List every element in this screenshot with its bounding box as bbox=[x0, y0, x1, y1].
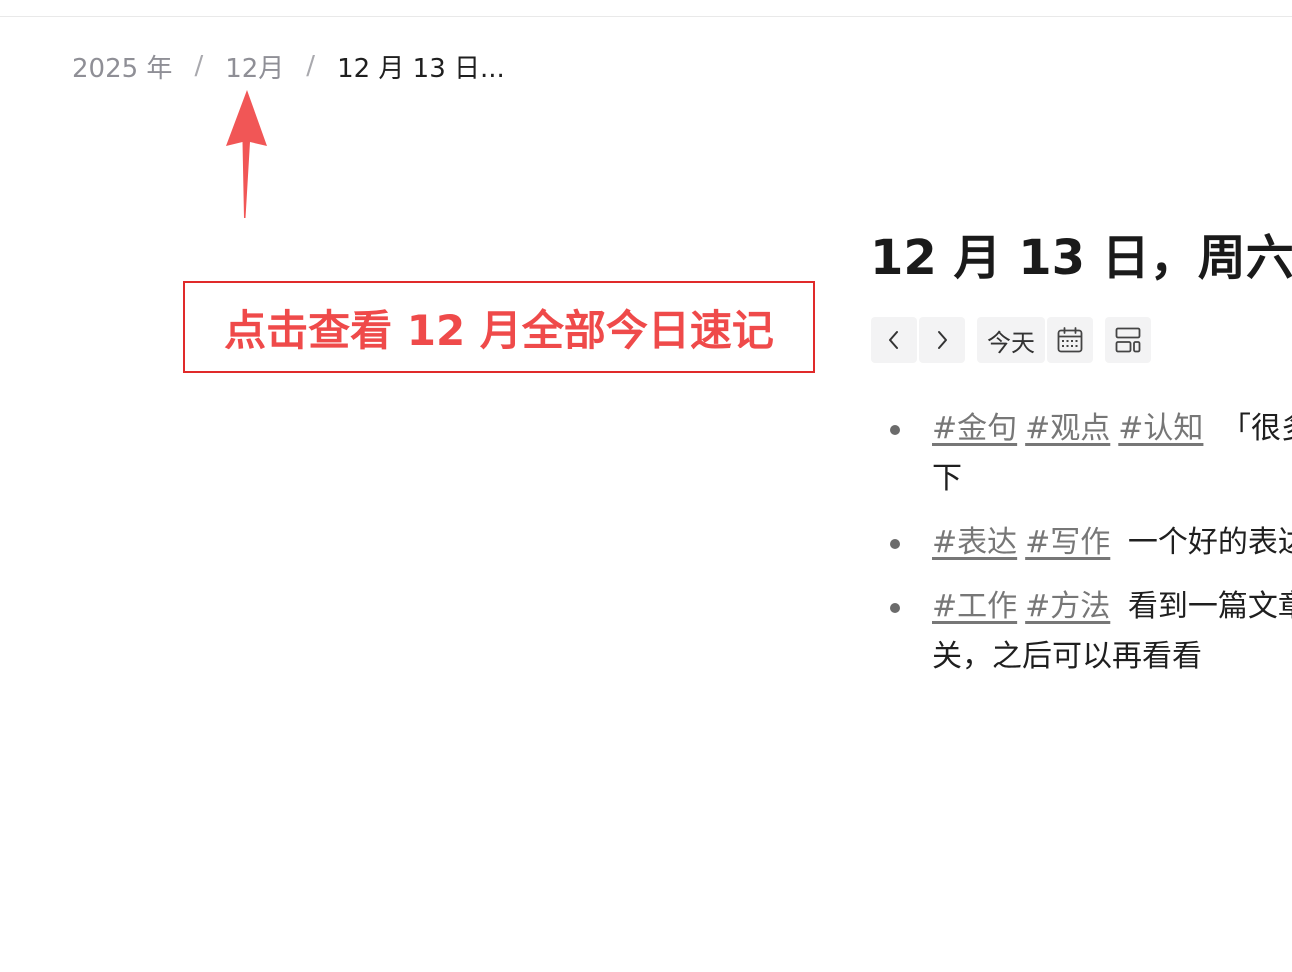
day-toolbar: 今天 bbox=[871, 316, 1151, 364]
tag-link[interactable]: #表达 bbox=[932, 525, 1017, 560]
note-text: 「很多人 bbox=[1220, 411, 1292, 446]
bullet-icon bbox=[890, 603, 900, 613]
calendar-icon bbox=[1057, 327, 1083, 353]
bullet-icon bbox=[890, 539, 900, 549]
breadcrumb-current-day: 12 月 13 日... bbox=[337, 53, 505, 84]
note-text-continued: 下 bbox=[932, 461, 962, 496]
list-item[interactable]: #金句#观点#认知 「很多人 下 bbox=[870, 404, 1292, 504]
tag-link[interactable]: #认知 bbox=[1118, 411, 1203, 446]
tag-link[interactable]: #方法 bbox=[1025, 589, 1110, 624]
list-item[interactable]: #表达 #写作 一个好的表达 bbox=[870, 518, 1292, 568]
annotation-callout: 点击查看 12 月全部今日速记 bbox=[183, 281, 815, 373]
breadcrumb: 2025 年 / 12月 / 12 月 13 日... bbox=[72, 48, 505, 84]
note-text: 一个好的表达 bbox=[1127, 525, 1292, 560]
journal-page: 2025 年 / 12月 / 12 月 13 日... 点击查看 12 月全部今… bbox=[0, 0, 1292, 972]
page-title: 12 月 13 日，周六 bbox=[870, 230, 1292, 286]
day-nav-group bbox=[871, 317, 965, 363]
layout-toggle-button[interactable] bbox=[1105, 317, 1151, 363]
today-group: 今天 bbox=[977, 317, 1093, 363]
tag-link[interactable]: #观点 bbox=[1025, 411, 1110, 446]
today-button[interactable]: 今天 bbox=[977, 317, 1045, 363]
list-item[interactable]: #工作 #方法 看到一篇文章 关，之后可以再看看 bbox=[870, 582, 1292, 682]
layout-icon bbox=[1115, 327, 1141, 353]
tag-link[interactable]: #工作 bbox=[932, 589, 1017, 624]
top-divider bbox=[0, 16, 1292, 17]
annotation-arrow-icon bbox=[226, 90, 267, 218]
note-text: 看到一篇文章 bbox=[1127, 589, 1292, 624]
calendar-button[interactable] bbox=[1047, 317, 1093, 363]
notes-list: #金句#观点#认知 「很多人 下 #表达#写作 一个好的表达 #工作#方法 看到… bbox=[870, 404, 1292, 696]
tag-link[interactable]: #金句 bbox=[932, 411, 1017, 446]
next-day-button[interactable] bbox=[919, 317, 965, 363]
note-text-continued: 关，之后可以再看看 bbox=[932, 639, 1202, 674]
bullet-icon bbox=[890, 425, 900, 435]
previous-day-button[interactable] bbox=[871, 317, 917, 363]
breadcrumb-year[interactable]: 2025 年 bbox=[72, 48, 172, 85]
breadcrumb-separator: / bbox=[194, 51, 204, 81]
annotation-callout-text: 点击查看 12 月全部今日速记 bbox=[224, 305, 774, 355]
chevron-right-icon bbox=[938, 331, 947, 349]
chevron-left-icon bbox=[889, 331, 898, 349]
breadcrumb-separator: / bbox=[306, 51, 316, 81]
tag-link[interactable]: #写作 bbox=[1025, 525, 1110, 560]
breadcrumb-month[interactable]: 12月 bbox=[225, 48, 284, 85]
